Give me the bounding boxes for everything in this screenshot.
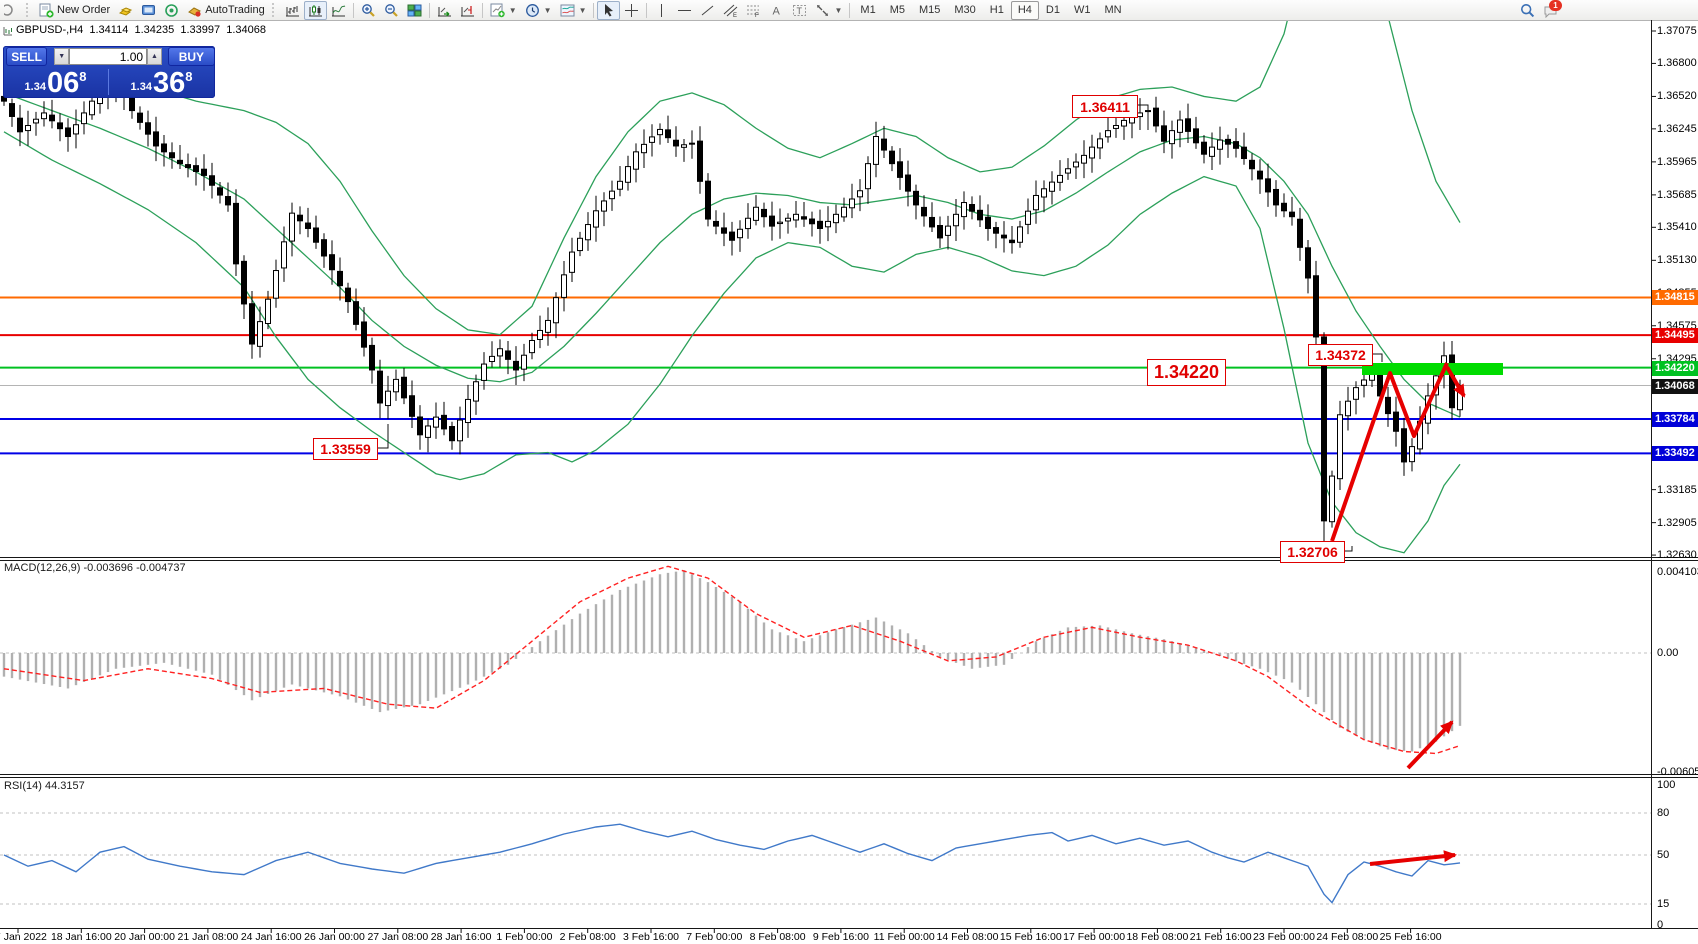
time-tick: 21 Jan 08:00 bbox=[178, 931, 239, 943]
price-tick: 1.33185 bbox=[1657, 484, 1697, 496]
sell-price-big: 06 bbox=[47, 70, 79, 96]
buy-price-small: 1.34 bbox=[131, 81, 152, 93]
time-tick: 24 Jan 16:00 bbox=[241, 931, 302, 943]
sell-button[interactable]: SELL bbox=[6, 47, 47, 66]
price-annotation-1.34372[interactable]: 1.34372 bbox=[1308, 344, 1373, 366]
buy-price[interactable]: 1.34 36 8 bbox=[109, 67, 214, 97]
panel-separator-macd[interactable] bbox=[0, 557, 1698, 561]
volume-input[interactable] bbox=[69, 48, 147, 65]
drawn-arrow[interactable] bbox=[1408, 722, 1452, 768]
time-tick: 26 Jan 00:00 bbox=[304, 931, 365, 943]
price-tick: 1.35130 bbox=[1657, 254, 1697, 266]
price-badge-1.34495: 1.34495 bbox=[1652, 328, 1698, 343]
price-tick: 1.35965 bbox=[1657, 156, 1697, 168]
price-axis-line bbox=[1651, 20, 1652, 928]
rsi-tick: 50 bbox=[1657, 849, 1669, 861]
price-annotation-1.34220[interactable]: 1.34220 bbox=[1147, 359, 1226, 386]
time-tick: 21 Feb 16:00 bbox=[1190, 931, 1252, 943]
mt4-terminal: New Order AutoTrading ▼ ▼ ▼ E F A bbox=[0, 0, 1698, 944]
macd-label: MACD(12,26,9) -0.003696 -0.004737 bbox=[4, 562, 186, 574]
drawn-arrow[interactable] bbox=[1370, 855, 1455, 864]
price-badge-1.34815: 1.34815 bbox=[1652, 290, 1698, 305]
rsi-label: RSI(14) 44.3157 bbox=[4, 780, 85, 792]
rsi-tick: 15 bbox=[1657, 898, 1669, 910]
rsi-line bbox=[4, 824, 1460, 902]
price-tick: 1.32630 bbox=[1657, 549, 1697, 561]
time-tick: 17 Jan 2022 bbox=[0, 931, 47, 943]
price-badge-1.33784: 1.33784 bbox=[1652, 412, 1698, 427]
time-tick: 15 Feb 16:00 bbox=[1000, 931, 1062, 943]
time-tick: 28 Jan 16:00 bbox=[431, 931, 492, 943]
rsi-tick: 100 bbox=[1657, 779, 1675, 791]
green-highlight-zone[interactable] bbox=[1362, 363, 1503, 375]
time-tick: 3 Feb 16:00 bbox=[623, 931, 679, 943]
time-tick: 27 Jan 08:00 bbox=[367, 931, 428, 943]
main-chart-panel bbox=[0, 0, 1651, 553]
time-tick: 17 Feb 00:00 bbox=[1063, 931, 1125, 943]
time-tick: 24 Feb 08:00 bbox=[1316, 931, 1378, 943]
price-badge-1.33492: 1.33492 bbox=[1652, 446, 1698, 461]
time-tick: 23 Feb 00:00 bbox=[1253, 931, 1315, 943]
price-tick: 1.35685 bbox=[1657, 189, 1697, 201]
macd-tick: 0.00 bbox=[1657, 647, 1678, 659]
price-tick: 1.36800 bbox=[1657, 57, 1697, 69]
panel-separator-rsi[interactable] bbox=[0, 774, 1698, 778]
price-tick: 1.32905 bbox=[1657, 517, 1697, 529]
time-tick: 7 Feb 00:00 bbox=[686, 931, 742, 943]
time-tick: 25 Feb 16:00 bbox=[1380, 931, 1442, 943]
price-tick: 1.36245 bbox=[1657, 123, 1697, 135]
macd-panel bbox=[0, 566, 1651, 753]
macd-signal-line bbox=[4, 566, 1460, 753]
time-tick: 8 Feb 08:00 bbox=[750, 931, 806, 943]
price-annotation-1.33559[interactable]: 1.33559 bbox=[313, 438, 378, 460]
price-tick: 1.36520 bbox=[1657, 90, 1697, 102]
time-tick: 11 Feb 00:00 bbox=[874, 931, 935, 943]
time-tick: 14 Feb 08:00 bbox=[937, 931, 999, 943]
macd-tick: 0.004103 bbox=[1657, 566, 1698, 578]
sell-price-sup: 8 bbox=[79, 69, 86, 84]
chart-surface[interactable] bbox=[0, 0, 1698, 944]
buy-price-big: 36 bbox=[153, 70, 185, 96]
price-tick: 1.35410 bbox=[1657, 221, 1697, 233]
price-annotation-1.32706[interactable]: 1.32706 bbox=[1280, 541, 1345, 563]
macd-tick: -0.006056 bbox=[1657, 766, 1698, 778]
price-annotation-1.36411[interactable]: 1.36411 bbox=[1072, 95, 1138, 118]
price-tick: 1.37075 bbox=[1657, 25, 1697, 37]
time-tick: 1 Feb 00:00 bbox=[496, 931, 552, 943]
time-tick: 18 Jan 16:00 bbox=[51, 931, 112, 943]
sell-price[interactable]: 1.34 06 8 bbox=[3, 67, 108, 97]
time-tick: 9 Feb 16:00 bbox=[813, 931, 869, 943]
buy-button[interactable]: BUY bbox=[168, 47, 215, 66]
volume-decrease-button[interactable]: ▼ bbox=[54, 48, 69, 65]
volume-increase-button[interactable]: ▲ bbox=[147, 48, 162, 65]
sell-price-small: 1.34 bbox=[25, 81, 46, 93]
rsi-tick: 80 bbox=[1657, 807, 1669, 819]
time-tick: 20 Jan 00:00 bbox=[114, 931, 175, 943]
buy-price-sup: 8 bbox=[185, 69, 192, 84]
time-tick: 2 Feb 08:00 bbox=[560, 931, 616, 943]
drawn-arrow[interactable] bbox=[1332, 363, 1447, 541]
price-badge-1.34220: 1.34220 bbox=[1652, 361, 1698, 376]
time-tick: 18 Feb 08:00 bbox=[1126, 931, 1188, 943]
rsi-tick: 0 bbox=[1657, 919, 1663, 931]
time-axis-line bbox=[0, 928, 1698, 929]
price-badge-1.34068: 1.34068 bbox=[1652, 379, 1698, 394]
one-click-trading-panel: SELL ▼ ▲ BUY 1.34 06 8 1.34 36 8 bbox=[3, 46, 215, 98]
